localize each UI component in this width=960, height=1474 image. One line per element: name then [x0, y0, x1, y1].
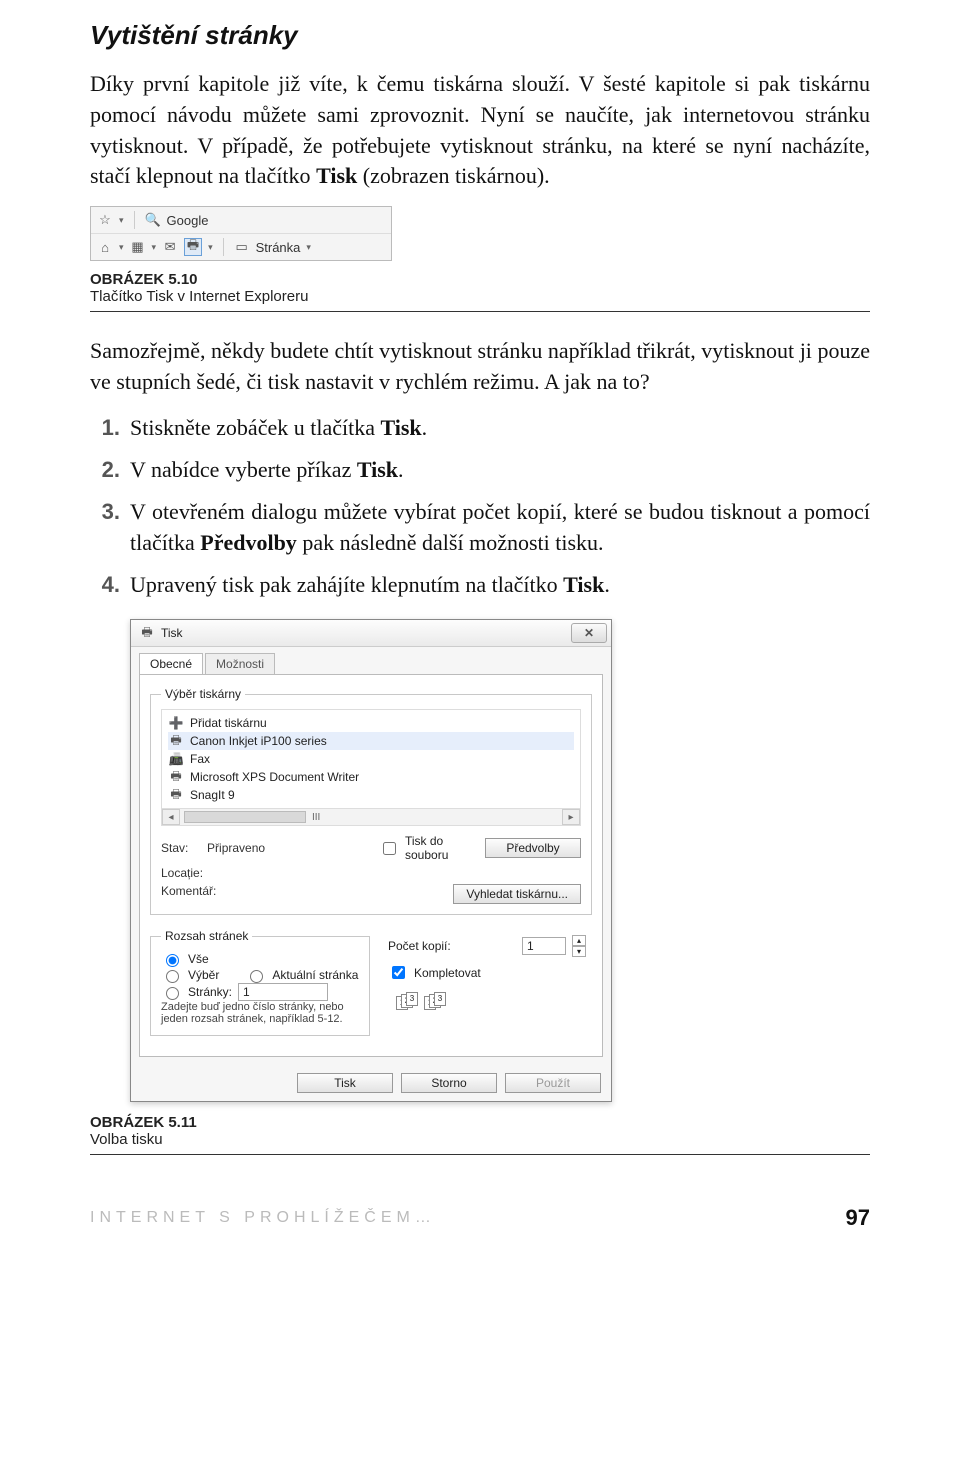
- location-label: Locație:: [161, 866, 363, 880]
- dialog-titlebar: 🖶 Tisk ✕: [131, 620, 611, 647]
- printer-icon: 🖶: [168, 787, 184, 803]
- range-current-radio[interactable]: [250, 970, 263, 983]
- pages-input[interactable]: 1: [238, 983, 328, 1001]
- range-selection-radio[interactable]: [166, 970, 179, 983]
- mail-icon: ✉: [162, 239, 178, 255]
- copies-up[interactable]: ▴: [572, 935, 586, 946]
- printer-select-legend: Výběr tiskárny: [161, 687, 245, 701]
- chevron-down-icon: ▾: [119, 215, 124, 226]
- collate-icon: 123 123: [396, 992, 446, 1010]
- dialog-title: Tisk: [161, 626, 183, 640]
- copies-row: Počet kopií: 1 ▴ ▾: [388, 935, 586, 957]
- cancel-button[interactable]: Storno: [401, 1073, 497, 1093]
- pages-hint: Zadejte buď jedno číslo stránky, nebo je…: [161, 1001, 359, 1025]
- page-number: 97: [846, 1205, 870, 1231]
- page-footer: INTERNET S PROHLÍŽEČEM… 97: [90, 1205, 870, 1231]
- star-icon: ☆: [97, 212, 113, 228]
- collate-checkbox[interactable]: [392, 966, 405, 979]
- range-all-radio[interactable]: [166, 954, 179, 967]
- preferences-button[interactable]: Předvolby: [485, 838, 581, 858]
- tab-options[interactable]: Možnosti: [205, 653, 275, 674]
- step-2: V nabídce vyberte příkaz Tisk.: [130, 454, 870, 486]
- print-dialog: 🖶 Tisk ✕ Obecné Možnosti Výběr tiskárny ➕…: [130, 619, 612, 1102]
- figure-label: OBRÁZEK 5.10: [90, 271, 198, 288]
- fax-icon: 📠: [168, 751, 184, 767]
- chevron-down-icon: ▾: [152, 242, 157, 253]
- printer-select-group: Výběr tiskárny ➕Přidat tiskárnu 🖶Canon I…: [150, 687, 592, 915]
- section-heading: Vytištění stránky: [90, 20, 870, 51]
- figure-5-10-image: ☆ ▾ 🔍 Google ⌂ ▾ ▦ ▾ ✉ 🖶 ▾ ▭ Stránka ▾: [90, 206, 392, 261]
- horizontal-scrollbar[interactable]: ◂ III ▸: [161, 809, 581, 826]
- page-icon: ▭: [234, 239, 250, 255]
- printer-icon: 🖶: [168, 733, 184, 749]
- tab-general[interactable]: Obecné: [139, 653, 203, 674]
- add-printer-icon: ➕: [168, 715, 184, 731]
- step-4: Upravený tisk pak zahájíte klepnutím na …: [130, 569, 870, 601]
- copies-down[interactable]: ▾: [572, 946, 586, 957]
- find-printer-button[interactable]: Vyhledat tiskárnu...: [453, 884, 581, 904]
- page-range-group: Rozsah stránek Vše Výběr Aktuální stránk…: [150, 929, 370, 1036]
- to-file-row: Tisk do souboru Předvolby: [379, 834, 581, 862]
- step-3: V otevřeném dialogu můžete vybírat počet…: [130, 496, 870, 560]
- copies-input[interactable]: 1: [522, 937, 566, 955]
- figure-5-10-caption: OBRÁZEK 5.10 Tlačítko Tisk v Internet Ex…: [90, 271, 870, 312]
- figure-text: Volba tisku: [90, 1131, 163, 1148]
- figure-text: Tlačítko Tisk v Internet Exploreru: [90, 288, 308, 305]
- print-icon: 🖶: [184, 238, 202, 256]
- chevron-down-icon: ▾: [208, 242, 213, 253]
- page-range-legend: Rozsah stránek: [161, 929, 252, 943]
- apply-button[interactable]: Použít: [505, 1073, 601, 1093]
- print-to-file-checkbox[interactable]: [383, 842, 396, 855]
- steps-list: Stiskněte zobáček u tlačítka Tisk. V nab…: [90, 412, 870, 601]
- close-button[interactable]: ✕: [571, 623, 607, 643]
- printer-list[interactable]: ➕Přidat tiskárnu 🖶Canon Inkjet iP100 ser…: [161, 709, 581, 809]
- intro-tail: (zobrazen tiskárnou).: [357, 163, 549, 188]
- search-icon: 🔍: [145, 212, 161, 228]
- intro-bold: Tisk: [316, 163, 357, 188]
- printer-icon: 🖶: [168, 769, 184, 785]
- page-menu-label: Stránka: [256, 240, 301, 255]
- scroll-left-icon[interactable]: ◂: [162, 809, 180, 825]
- figure-label: OBRÁZEK 5.11: [90, 1114, 197, 1131]
- intro-paragraph: Díky první kapitole již víte, k čemu tis…: [90, 69, 870, 192]
- rss-icon: ▦: [130, 239, 146, 255]
- status-row: Stav: Připraveno: [161, 834, 363, 862]
- scroll-right-icon[interactable]: ▸: [562, 809, 580, 825]
- comment-label: Komentář:: [161, 884, 363, 904]
- footer-text: INTERNET S PROHLÍŽEČEM…: [90, 1209, 436, 1227]
- search-text: Google: [167, 213, 209, 228]
- printer-icon: 🖶: [139, 625, 155, 641]
- mid-paragraph: Samozřejmě, někdy budete chtít vytisknou…: [90, 336, 870, 398]
- chevron-down-icon: ▾: [119, 242, 124, 253]
- home-icon: ⌂: [97, 239, 113, 255]
- figure-5-11-caption: OBRÁZEK 5.11 Volba tisku: [90, 1114, 870, 1155]
- print-button[interactable]: Tisk: [297, 1073, 393, 1093]
- step-1: Stiskněte zobáček u tlačítka Tisk.: [130, 412, 870, 444]
- range-pages-radio[interactable]: [166, 987, 179, 1000]
- chevron-down-icon: ▾: [306, 242, 311, 253]
